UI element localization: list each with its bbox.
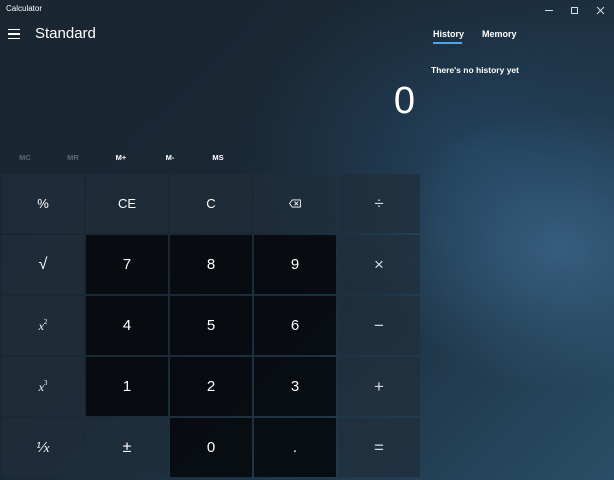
two-button[interactable]: 2 bbox=[170, 357, 252, 416]
hamburger-menu-icon[interactable] bbox=[6, 26, 22, 42]
zero-button[interactable]: 0 bbox=[170, 418, 252, 477]
result-display: 0 bbox=[393, 80, 415, 122]
backspace-button[interactable] bbox=[254, 174, 336, 233]
memory-clear-button[interactable]: MC bbox=[5, 150, 45, 166]
seven-button[interactable]: 7 bbox=[86, 235, 168, 294]
percent-button[interactable]: % bbox=[2, 174, 84, 233]
calculator-window: Calculator Standard 0 MC MR M+ M- MS % C… bbox=[0, 0, 614, 480]
memory-recall-button[interactable]: MR bbox=[53, 150, 93, 166]
keypad: % CE C ÷ √ 7 8 9 × x2 4 5 6 − x3 1 2 3 +… bbox=[2, 174, 422, 479]
six-button[interactable]: 6 bbox=[254, 296, 336, 355]
plus-button[interactable]: + bbox=[338, 357, 420, 416]
close-icon bbox=[596, 6, 605, 14]
memory-subtract-button[interactable]: M- bbox=[150, 150, 190, 166]
maximize-icon bbox=[571, 6, 578, 14]
square-label: x2 bbox=[38, 317, 48, 333]
history-empty-message: There's no history yet bbox=[431, 65, 519, 75]
minimize-icon bbox=[544, 9, 553, 11]
tab-history[interactable]: History bbox=[433, 29, 464, 39]
four-button[interactable]: 4 bbox=[86, 296, 168, 355]
cube-button[interactable]: x3 bbox=[2, 357, 84, 416]
maximize-button[interactable] bbox=[560, 0, 589, 20]
equals-button[interactable]: = bbox=[338, 418, 420, 477]
reciprocal-button[interactable]: ⅟x bbox=[2, 418, 84, 477]
minus-button[interactable]: − bbox=[338, 296, 420, 355]
one-button[interactable]: 1 bbox=[86, 357, 168, 416]
minimize-button[interactable] bbox=[534, 0, 563, 20]
mode-title: Standard bbox=[35, 25, 96, 42]
backspace-icon bbox=[289, 199, 301, 208]
memory-store-button[interactable]: MS bbox=[198, 150, 238, 166]
three-button[interactable]: 3 bbox=[254, 357, 336, 416]
five-button[interactable]: 5 bbox=[170, 296, 252, 355]
decimal-button[interactable]: . bbox=[254, 418, 336, 477]
clear-button[interactable]: C bbox=[170, 174, 252, 233]
multiply-button[interactable]: × bbox=[338, 235, 420, 294]
eight-button[interactable]: 8 bbox=[170, 235, 252, 294]
square-root-button[interactable]: √ bbox=[2, 235, 84, 294]
tab-memory[interactable]: Memory bbox=[482, 29, 517, 39]
nine-button[interactable]: 9 bbox=[254, 235, 336, 294]
divide-button[interactable]: ÷ bbox=[338, 174, 420, 233]
memory-add-button[interactable]: M+ bbox=[101, 150, 141, 166]
active-tab-indicator bbox=[433, 42, 462, 44]
cube-label: x3 bbox=[38, 378, 48, 394]
negate-button[interactable]: ± bbox=[86, 418, 168, 477]
clear-entry-button[interactable]: CE bbox=[86, 174, 168, 233]
title-bar[interactable]: Calculator bbox=[0, 0, 614, 20]
app-title: Calculator bbox=[6, 4, 43, 13]
close-button[interactable] bbox=[586, 0, 614, 20]
square-button[interactable]: x2 bbox=[2, 296, 84, 355]
